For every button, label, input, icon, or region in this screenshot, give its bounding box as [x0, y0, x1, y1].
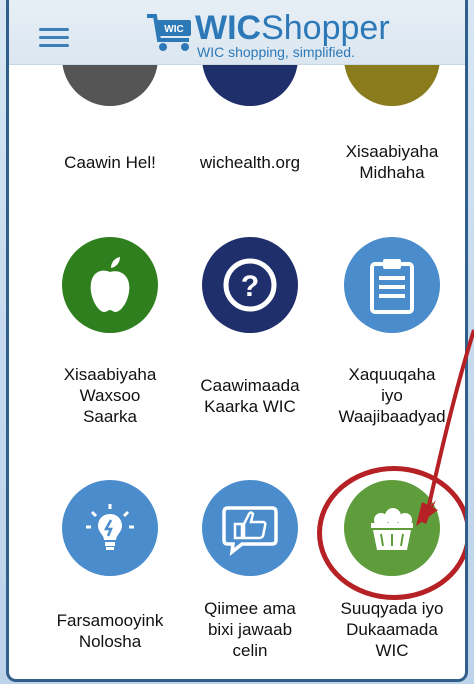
tile-label-suuqyada[interactable]: Suuqyada iyo Dukaamada WIC: [317, 598, 465, 661]
tile-label-wichealth[interactable]: wichealth.org: [175, 152, 325, 173]
tile-label-farsamooyink[interactable]: Farsamooyink Nolosha: [35, 610, 185, 652]
brand-tagline: WIC shopping, simplified.: [197, 44, 355, 60]
tile-label-xisaabiyaha-waxsoo[interactable]: Xisaabiyaha Waxsoo Saarka: [35, 364, 185, 427]
phone-screen: Caawin Hel! wichealth.org Xisaabiyaha Mi…: [6, 0, 468, 682]
tile-label-qiimee[interactable]: Qiimee ama bixi jawaab celin: [175, 598, 325, 661]
tile-label-caawimaada-kaarka[interactable]: Caawimaada Kaarka WIC: [175, 375, 325, 417]
cart-badge: WIC: [164, 24, 183, 35]
lightbulb-icon[interactable]: [62, 480, 158, 576]
highlight-circle: [317, 466, 465, 600]
tile-label-xaquuqaha[interactable]: Xaquuqaha iyo Waajibaadyad: [317, 364, 465, 427]
question-icon[interactable]: ?: [202, 237, 298, 333]
svg-text:?: ?: [241, 270, 259, 303]
tile-label-xisaabiyaha-midhaha[interactable]: Xisaabiyaha Midhaha: [317, 141, 465, 183]
hamburger-menu-icon[interactable]: [39, 28, 69, 48]
app-logo: WIC WICShopper WIC shopping, simplified.: [145, 8, 390, 60]
brand-bold: WIC: [195, 9, 262, 47]
brand-name: WICShopper: [195, 10, 390, 46]
app-header: WIC WICShopper WIC shopping, simplified.: [9, 0, 465, 65]
clipboard-icon[interactable]: [344, 237, 440, 333]
tile-label-caawin-hel[interactable]: Caawin Hel!: [35, 152, 185, 173]
apple-icon[interactable]: [62, 237, 158, 333]
shopping-cart-icon: WIC: [147, 14, 191, 51]
brand-regular: Shopper: [261, 9, 390, 47]
thumbs-up-icon[interactable]: [202, 480, 298, 576]
